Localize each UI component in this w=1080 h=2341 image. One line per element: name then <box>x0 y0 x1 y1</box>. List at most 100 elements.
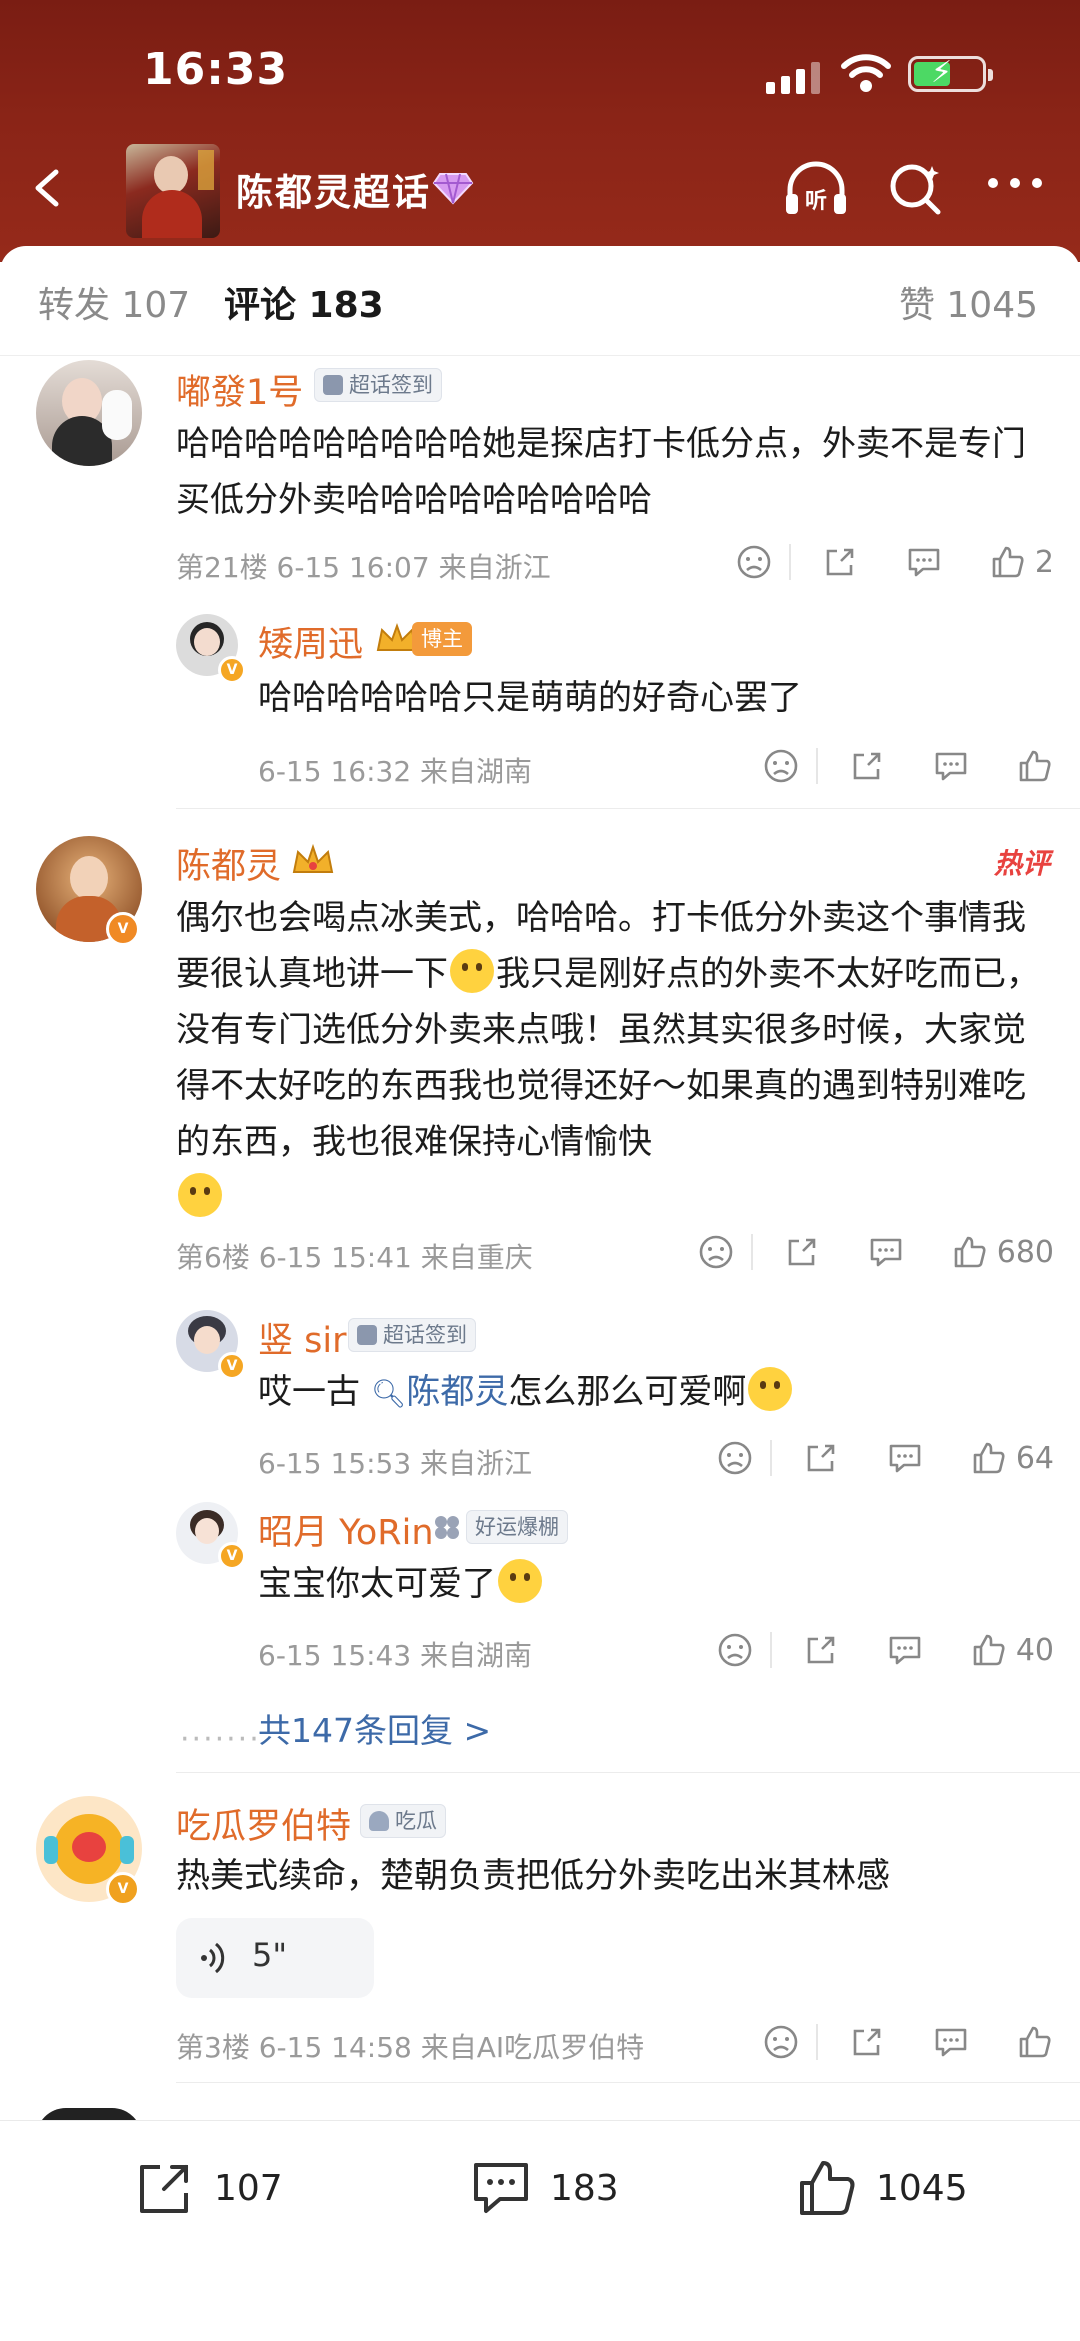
more-icon[interactable] <box>988 178 1042 192</box>
reply-text: 哈哈哈哈哈哈只是萌萌的好奇心罢了 <box>258 678 802 718</box>
bottom-like-button[interactable]: 1045 <box>796 2157 968 2219</box>
like-button[interactable]: 680 <box>951 1233 1054 1271</box>
share-icon <box>853 2028 881 2056</box>
topic-link-label: 陈都灵 <box>406 1372 509 1412</box>
divider <box>176 808 1080 809</box>
super-topic-cover[interactable] <box>126 144 220 238</box>
back-arrow-icon[interactable] <box>30 168 66 208</box>
share-button[interactable] <box>783 1233 821 1271</box>
username[interactable]: 竖 sir <box>258 1312 346 1363</box>
reply-button[interactable] <box>905 543 943 581</box>
reply-button[interactable] <box>886 1439 924 1477</box>
checkin-icon <box>357 1325 377 1345</box>
reply-meta: 6-15 15:53 来自浙江 <box>258 1447 533 1480</box>
user-tag: 超话签到 <box>348 1318 476 1352</box>
share-button[interactable] <box>802 1439 840 1477</box>
dislike-button[interactable] <box>697 1233 735 1271</box>
comment-icon <box>474 2163 528 2213</box>
melon-icon <box>369 1811 389 1831</box>
wifi-icon <box>841 54 891 92</box>
username[interactable]: 陈都灵 <box>176 838 281 889</box>
voice-wave-icon <box>201 1942 225 1974</box>
comment-text: 哈哈哈哈哈哈哈哈哈她是探店打卡低分点，外卖不是专门买低分外卖哈哈哈哈哈哈哈哈哈 <box>176 424 1026 520</box>
nav-row: 陈都灵超话 听 <box>0 140 1080 238</box>
search-icon[interactable] <box>888 160 944 216</box>
dislike-button[interactable] <box>762 747 800 785</box>
verified-badge: V <box>106 1872 140 1906</box>
blogger-tag: 博主 <box>412 622 472 656</box>
like-count: 64 <box>1015 1440 1054 1476</box>
dislike-button[interactable] <box>716 1439 754 1477</box>
dislike-button[interactable] <box>716 1631 754 1669</box>
divider <box>176 1772 1080 1773</box>
hot-comment-badge: 热评 <box>993 847 1050 880</box>
username[interactable]: 嘟發1号 <box>176 364 303 415</box>
share-button[interactable] <box>821 543 859 581</box>
listen-icon[interactable]: 听 <box>782 160 850 218</box>
share-button[interactable] <box>802 1631 840 1669</box>
reply-text-pre: 哎一古 <box>258 1372 371 1412</box>
comment-icon <box>889 1636 921 1665</box>
reply-button[interactable] <box>932 2023 970 2061</box>
comment-text: 偶尔也会喝点冰美式，哈哈哈。打卡低分外卖这个事情我要很认真地讲一下 我只是刚好点的… <box>176 890 1048 1226</box>
comment-icon <box>889 1444 921 1473</box>
bottom-comment-count: 183 <box>550 2167 619 2209</box>
status-time: 16:33 <box>143 44 289 95</box>
frown-face-emoji-icon <box>178 1173 222 1217</box>
voice-message[interactable]: 5" <box>176 1918 374 1998</box>
like-button[interactable]: 2 <box>989 543 1054 581</box>
like-button[interactable]: 64 <box>970 1439 1054 1477</box>
share-button[interactable] <box>848 747 886 785</box>
username[interactable]: 矮周迅 <box>258 616 363 667</box>
username[interactable]: 昭月 YoRin <box>258 1504 434 1555</box>
thumbs-up-icon <box>1019 750 1051 782</box>
super-topic-title[interactable]: 陈都灵超话 <box>236 162 431 216</box>
user-tag-label: 超话签到 <box>383 1323 467 1347</box>
username[interactable]: 吃瓜罗伯特 <box>176 1798 351 1849</box>
user-tag: 超话签到 <box>314 368 442 402</box>
thumbs-up-icon <box>992 546 1024 578</box>
reply-button[interactable] <box>932 747 970 785</box>
reply-actions: 64 <box>716 1436 1054 1480</box>
share-icon <box>807 1636 835 1664</box>
thumbs-up-icon <box>954 1236 986 1268</box>
more-replies-link[interactable]: 共147条回复 > <box>258 1704 491 1752</box>
reply-button[interactable] <box>867 1233 905 1271</box>
frown-icon <box>764 749 798 783</box>
avatar[interactable] <box>36 360 142 466</box>
like-button[interactable]: 40 <box>970 1631 1054 1669</box>
reply-actions <box>762 744 1054 788</box>
repost-icon <box>140 2165 188 2213</box>
verified-badge: V <box>106 912 140 946</box>
tab-likes[interactable]: 赞 1045 <box>899 276 1038 328</box>
reply-meta: 6-15 15:43 来自湖南 <box>258 1639 533 1672</box>
topic-link[interactable]: 🔍︎陈都灵 <box>371 1372 509 1412</box>
thumbs-up-icon <box>973 1634 1005 1666</box>
dislike-button[interactable] <box>762 2023 800 2061</box>
crown-icon <box>290 842 336 880</box>
like-count: 680 <box>996 1234 1054 1270</box>
reply-button[interactable] <box>886 1631 924 1669</box>
tab-repost[interactable]: 转发 107 <box>38 276 190 328</box>
like-count: 40 <box>1015 1632 1054 1668</box>
status-bar: 16:33 ⚡ <box>0 44 1080 104</box>
comment-icon <box>908 548 940 577</box>
tab-comments[interactable]: 评论 183 <box>224 276 384 328</box>
share-button[interactable] <box>848 2023 886 2061</box>
comment-icon <box>935 752 967 781</box>
like-button[interactable] <box>1016 2023 1054 2061</box>
comment-actions <box>762 2020 1054 2064</box>
user-tag: 好运爆棚 <box>466 1510 568 1544</box>
frown-icon <box>718 1633 752 1667</box>
monocle-face-emoji-icon <box>450 949 494 993</box>
diamond-icon <box>432 173 474 205</box>
bottom-repost-button[interactable]: 107 <box>134 2157 283 2219</box>
comment-actions: 2 <box>735 540 1054 584</box>
bottom-comment-button[interactable]: 183 <box>470 2157 619 2219</box>
frown-icon <box>718 1441 752 1475</box>
like-button[interactable] <box>1016 747 1054 785</box>
reply-text-body: 宝宝你太可爱了 <box>258 1564 496 1604</box>
divider <box>176 2082 1080 2083</box>
dislike-button[interactable] <box>735 543 773 581</box>
bottom-repost-count: 107 <box>214 2167 283 2209</box>
